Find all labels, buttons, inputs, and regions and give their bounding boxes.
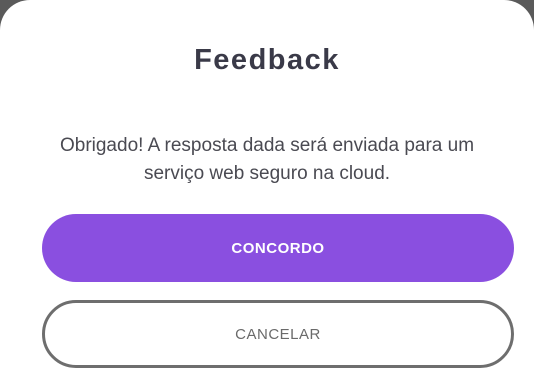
agree-button[interactable]: CONCORDO <box>42 214 514 282</box>
agree-button-label: CONCORDO <box>231 239 325 257</box>
cancel-button-label: CANCELAR <box>235 325 321 343</box>
feedback-dialog: Feedback Obrigado! A resposta dada será … <box>0 0 534 369</box>
cancel-button[interactable]: CANCELAR <box>42 300 514 368</box>
dialog-message: Obrigado! A resposta dada será enviada p… <box>59 135 475 184</box>
dialog-title: Feedback <box>194 44 340 76</box>
